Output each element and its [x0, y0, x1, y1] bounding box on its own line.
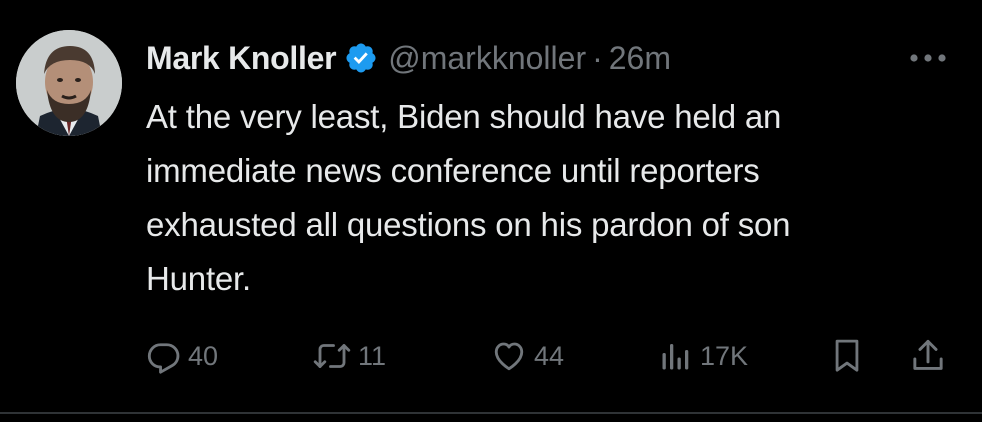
tweet-text-line: At the very least, Biden should have hel… [146, 98, 782, 135]
tweet: Mark Knoller @markknoller · 26m At the v… [0, 0, 982, 422]
tweet-header: Mark Knoller @markknoller · 26m [146, 38, 671, 78]
verified-badge-icon[interactable] [344, 41, 378, 75]
author-name[interactable]: Mark Knoller [146, 40, 337, 77]
timestamp[interactable]: 26m [609, 40, 671, 77]
reply-count: 40 [188, 340, 219, 371]
retweet-count: 11 [358, 340, 387, 371]
bookmark-button[interactable] [830, 332, 864, 380]
action-bar: 40 11 44 17K [146, 332, 956, 380]
tweet-text-line: Hunter. [146, 260, 251, 297]
tweet-text-line: exhausted all questions on his pardon of… [146, 206, 791, 243]
views-button[interactable]: 17K [658, 332, 748, 380]
author-handle[interactable]: @markknoller [388, 40, 586, 77]
views-icon [658, 338, 694, 374]
tweet-text-line: immediate news conference until reporter… [146, 152, 760, 189]
retweet-icon [312, 338, 352, 374]
separator-dot: · [592, 39, 603, 76]
share-button[interactable] [910, 332, 946, 380]
divider [0, 412, 982, 414]
share-icon [910, 337, 946, 375]
reply-icon [146, 338, 182, 374]
heart-icon [490, 338, 528, 374]
like-count: 44 [534, 340, 565, 371]
tweet-text: At the very least, Biden should have hel… [146, 90, 956, 306]
reply-button[interactable]: 40 [146, 332, 218, 380]
like-button[interactable]: 44 [490, 332, 564, 380]
more-horizontal-icon[interactable] [906, 46, 950, 70]
views-count: 17K [700, 340, 749, 371]
avatar[interactable] [16, 30, 122, 136]
bookmark-icon [830, 337, 864, 375]
retweet-button[interactable]: 11 [312, 332, 386, 380]
